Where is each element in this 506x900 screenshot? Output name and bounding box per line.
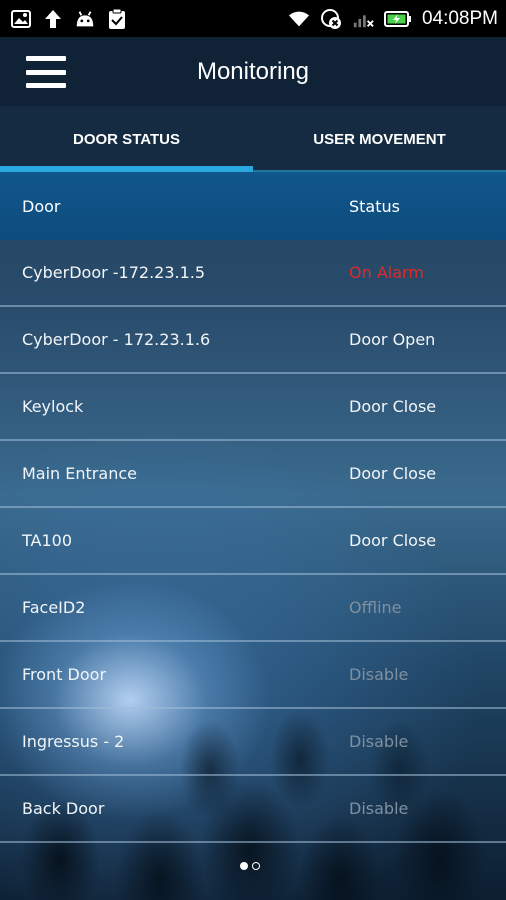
signal-icon [352,8,374,30]
door-status: On Alarm [349,263,424,282]
door-name: Main Entrance [22,464,137,483]
sync-blocked-icon [320,8,342,30]
page-dot[interactable] [252,862,260,870]
door-name: TA100 [22,531,73,550]
door-status: Door Open [349,330,436,349]
door-status: Disable [349,665,409,684]
tab-user-movement[interactable]: USER MOVEMENT [253,106,506,172]
door-name: FaceID2 [22,598,86,617]
table-row[interactable]: Ingressus - 2 Disable [0,709,506,776]
table-row[interactable]: CyberDoor - 172.23.1.6 Door Open [0,307,506,374]
door-name: Front Door [22,665,107,684]
gallery-icon [10,8,32,30]
table-header: Door Status [0,172,506,240]
page-indicator [240,862,260,870]
door-status: Door Close [349,397,437,416]
wifi-icon [288,8,310,30]
tab-door-status[interactable]: DOOR STATUS [0,106,253,172]
tab-bar: DOOR STATUS USER MOVEMENT [0,106,506,172]
column-header-door: Door [22,196,61,216]
table-row[interactable]: TA100 Door Close [0,508,506,575]
table-row[interactable]: CyberDoor -172.23.1.5 On Alarm [0,240,506,307]
table-row[interactable]: Front Door Disable [0,642,506,709]
door-status: Disable [349,732,409,751]
door-status-list: CyberDoor -172.23.1.5 On Alarm CyberDoor… [0,240,506,843]
clipboard-check-icon [106,8,128,30]
page-title: Monitoring [196,58,310,85]
clock-time: 04:08PM [421,7,498,29]
door-status: Door Close [349,531,437,550]
door-name: Keylock [22,397,84,416]
door-status: Door Close [349,464,437,483]
app-bar: Monitoring [0,37,506,106]
android-icon [74,8,96,30]
table-row[interactable]: Keylock Door Close [0,374,506,441]
upload-icon [42,8,64,30]
door-name: CyberDoor - 172.23.1.6 [22,330,211,349]
table-row[interactable]: FaceID2 Offline [0,575,506,642]
column-header-status: Status [349,196,400,216]
page-dot-active[interactable] [240,862,248,870]
battery-charging-icon [383,8,412,30]
app-screen: 04:08PM Monitoring DOOR STATUS USER MOVE… [0,0,506,900]
door-name: Back Door [22,799,105,818]
table-row[interactable]: Main Entrance Door Close [0,441,506,508]
status-bar: 04:08PM [0,0,506,37]
door-name: Ingressus - 2 [22,732,125,751]
door-status: Disable [349,799,409,818]
table-row[interactable]: Back Door Disable [0,776,506,843]
door-status: Offline [349,598,402,617]
door-name: CyberDoor -172.23.1.5 [22,263,206,282]
